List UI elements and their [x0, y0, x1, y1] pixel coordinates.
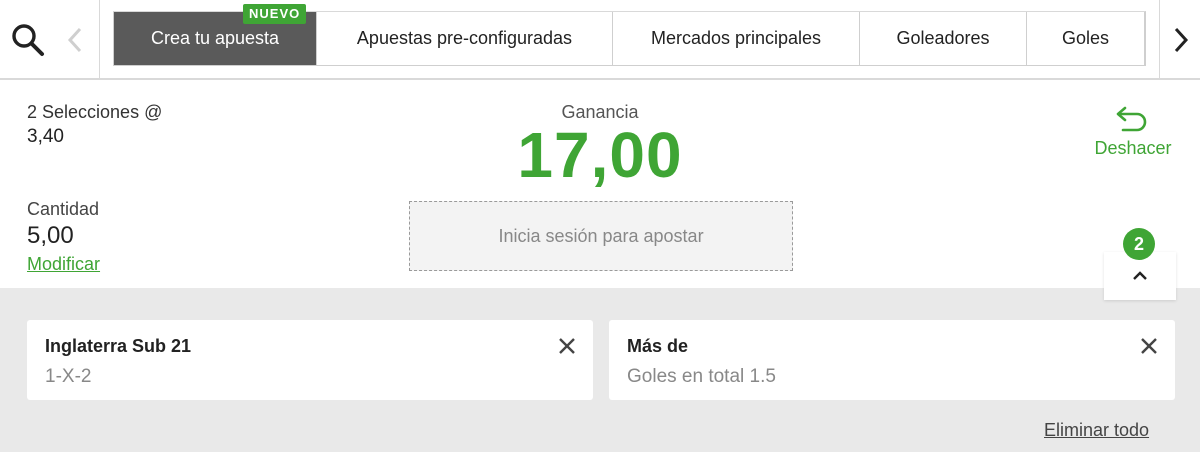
tab-apuestas-pre-configuradas[interactable]: Apuestas pre-configuradas [317, 12, 613, 65]
selection-count-badge: 2 [1123, 228, 1155, 260]
selections-panel: Inglaterra Sub 21 1-X-2 Más de Goles en … [0, 288, 1200, 452]
undo-label: Deshacer [1094, 138, 1172, 158]
tab-label: Mercados principales [650, 28, 822, 48]
tab-label: Crea tu apuesta [150, 28, 280, 48]
chevron-up-icon [1133, 271, 1147, 280]
tabs-prev-button[interactable] [60, 22, 90, 58]
tab-mercados-principales[interactable]: Mercados principales [613, 12, 860, 65]
remove-selection-button[interactable] [557, 336, 577, 356]
tab-goleadores[interactable]: Goleadores [860, 12, 1027, 65]
undo-button[interactable]: Deshacer [1086, 104, 1180, 164]
modify-stake-link[interactable]: Modificar [27, 254, 100, 275]
divider [99, 0, 100, 78]
selection-title: Más de [627, 336, 689, 356]
login-to-bet-button[interactable]: Inicia sesión para apostar [409, 201, 793, 271]
bet-summary: 2 Selecciones @ 3,40 Ganancia 17,00 Desh… [0, 82, 1200, 300]
search-button[interactable] [8, 20, 48, 60]
stake-label: Cantidad [27, 199, 100, 219]
undo-arrow-icon [1116, 106, 1147, 132]
combined-odds: 3,40 [27, 126, 64, 147]
search-icon [12, 24, 44, 56]
tabs-next-button[interactable] [1166, 22, 1196, 58]
selection-card: Inglaterra Sub 21 1-X-2 [27, 320, 593, 400]
selection-market: 1-X-2 [45, 366, 92, 387]
remove-all-link[interactable]: Eliminar todo [1044, 420, 1149, 441]
selection-title: Inglaterra Sub 21 [45, 336, 192, 356]
tab-label: Apuestas pre-configuradas [356, 28, 573, 48]
chevron-left-icon [67, 27, 82, 53]
selection-market: Goles en total 1.5 [627, 366, 776, 387]
stake-value: 5,00 [27, 222, 74, 249]
tab-label: Goles [1061, 28, 1110, 48]
remove-selection-button[interactable] [1139, 336, 1159, 356]
market-tab-bar: Crea tu apuesta Apuestas pre-configurada… [0, 0, 1200, 80]
winnings-value: 17,00 [517, 119, 683, 191]
tab-label: Goleadores [896, 28, 990, 48]
close-icon [559, 338, 575, 354]
divider [1159, 0, 1160, 78]
new-badge: NUEVO [243, 4, 307, 24]
selection-card: Más de Goles en total 1.5 [609, 320, 1175, 400]
close-icon [1141, 338, 1157, 354]
chevron-right-icon [1174, 27, 1189, 53]
tab-goles[interactable]: Goles [1027, 12, 1145, 65]
